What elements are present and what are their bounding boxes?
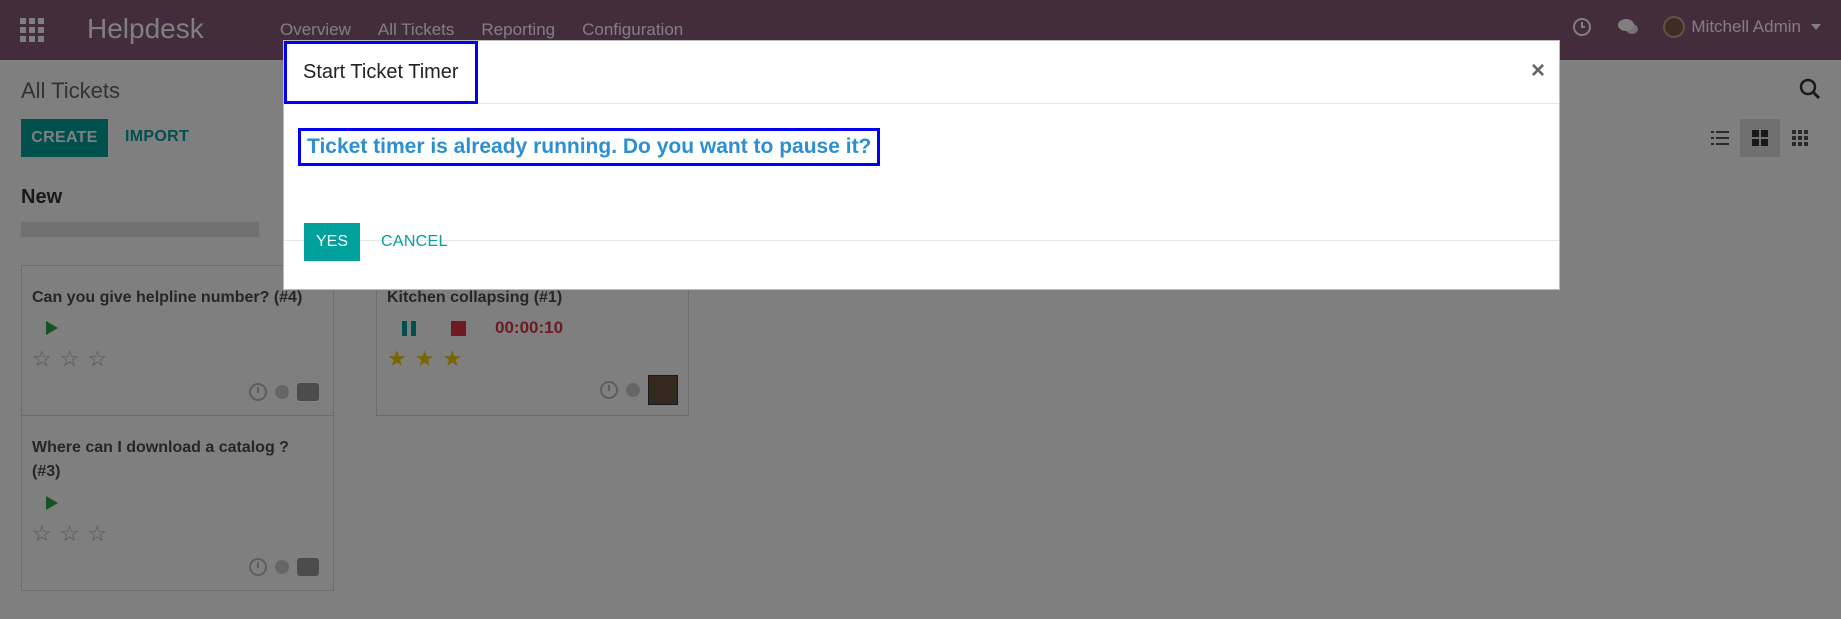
dialog-header: Start Ticket Timer × <box>284 41 1559 104</box>
dialog-message: Ticket timer is already running. Do you … <box>298 128 881 166</box>
start-timer-dialog: Start Ticket Timer × Ticket timer is alr… <box>283 40 1560 290</box>
dialog-title: Start Ticket Timer <box>284 41 478 104</box>
cancel-button[interactable]: CANCEL <box>381 233 448 251</box>
yes-button[interactable]: YES <box>304 223 360 261</box>
dialog-body: Ticket timer is already running. Do you … <box>284 104 1559 241</box>
close-icon[interactable]: × <box>1531 57 1545 85</box>
